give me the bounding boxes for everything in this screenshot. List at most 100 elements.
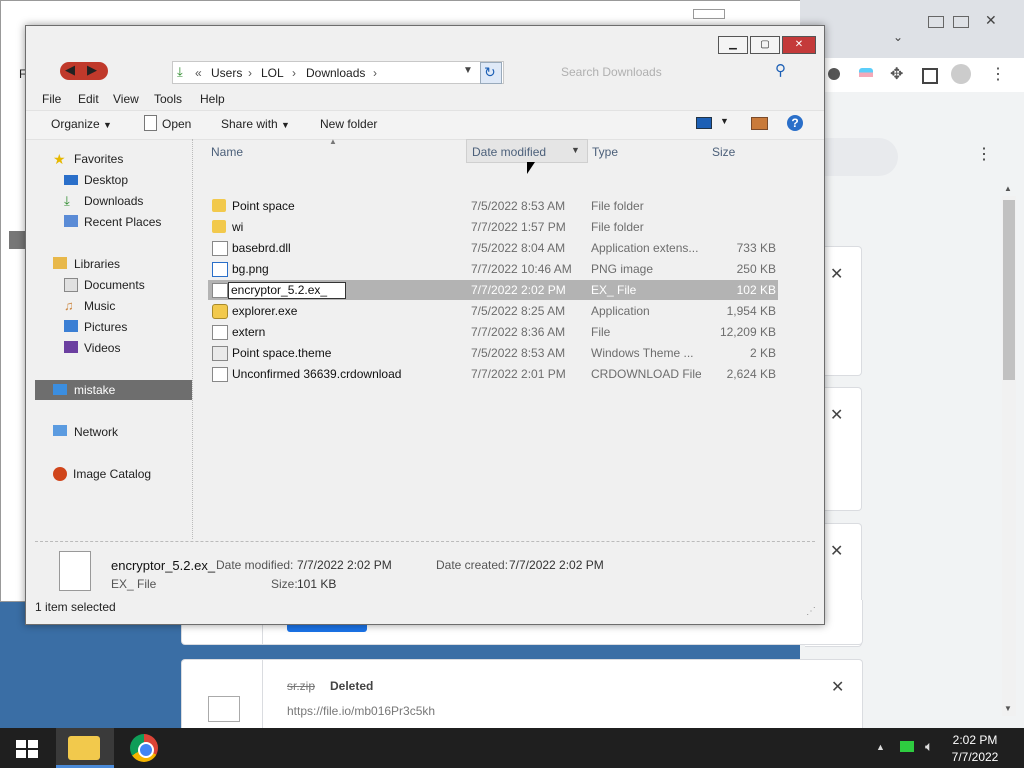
resize-grip-icon[interactable]: ⋰ [806,606,816,617]
nav-libraries[interactable]: Libraries [35,254,192,274]
breadcrumb-downloads[interactable]: Downloads [306,66,365,80]
details-size: 101 KB [297,577,337,591]
explorer-exe-icon [212,304,228,319]
file-date: 7/5/2022 8:25 AM [471,304,566,318]
file-date: 7/5/2022 8:53 AM [471,199,566,213]
chrome-taskbar-icon[interactable] [130,734,158,762]
file-date: 7/7/2022 1:57 PM [471,220,566,234]
download-url[interactable]: https://file.io/mb016Pr3c5kh [287,704,435,718]
open-button[interactable]: Open [162,117,191,131]
close-button[interactable]: ✕ [782,36,816,54]
new-folder-button[interactable]: New folder [320,117,377,131]
file-row[interactable]: wi 7/7/2022 1:57 PM File folder [208,217,778,237]
chevron-down-icon[interactable]: ⌄ [893,30,903,44]
avatar[interactable] [951,64,971,84]
breadcrumb-lol[interactable]: LOL [261,66,284,80]
downloads-more-icon[interactable]: ⋮ [976,144,992,164]
file-name[interactable]: Point space.theme [232,343,331,363]
nav-pictures[interactable]: Pictures [35,317,192,337]
nav-recent-places[interactable]: Recent Places [35,212,192,232]
file-name[interactable]: basebrd.dll [232,238,291,258]
remove-download-button[interactable]: ✕ [830,541,843,561]
chrome-close-button[interactable]: ✕ [985,12,997,29]
file-name[interactable]: explorer.exe [232,301,297,321]
download-filename[interactable]: sr.zip [287,679,315,693]
column-header-size[interactable]: Size [712,145,735,159]
scroll-down-arrow-icon[interactable]: ▼ [1004,704,1012,713]
nav-videos[interactable]: Videos [35,338,192,358]
network-tray-icon[interactable] [900,741,914,752]
chrome-minimize-button[interactable] [928,16,944,28]
preview-pane-icon[interactable] [751,117,768,130]
file-row[interactable]: extern 7/7/2022 8:36 AM File 12,209 KB [208,322,778,342]
back-arrow-icon[interactable]: ◀ [65,62,75,78]
forward-arrow-icon[interactable]: ▶ [87,62,97,78]
menu-edit[interactable]: Edit [78,92,99,106]
nav-downloads[interactable]: ⤓ Downloads [35,191,192,211]
more-menu-icon[interactable]: ⋮ [990,64,1006,84]
scroll-up-arrow-icon[interactable]: ▲ [1004,184,1012,193]
remove-download-button[interactable]: ✕ [830,405,843,425]
menu-help[interactable]: Help [200,92,225,106]
file-name[interactable]: bg.png [232,259,269,279]
remove-download-button[interactable]: ✕ [830,264,843,284]
chrome-restore-button[interactable] [953,16,969,28]
volume-icon[interactable]: 🔈︎ [925,738,933,755]
file-row[interactable]: bg.png 7/7/2022 10:46 AM PNG image 250 KB [208,259,778,279]
clock-time[interactable]: 2:02 PM [945,733,1005,747]
file-explorer-taskbar-button[interactable] [56,728,114,768]
column-header-name[interactable]: Name [211,145,243,159]
chrome-scrollbar-thumb[interactable] [1003,200,1015,380]
address-dropdown-icon[interactable]: ▼ [463,65,473,76]
side-panel-icon[interactable] [922,68,938,84]
column-header-date[interactable]: Date modified [472,145,546,159]
nav-documents[interactable]: Documents [35,275,192,295]
search-icon[interactable]: ⚲ [775,61,786,79]
column-header-type[interactable]: Type [592,145,618,159]
nav-music[interactable]: ♫ Music [35,296,192,316]
search-box[interactable]: Search Downloads ⚲ [551,61,797,82]
nav-favorites[interactable]: ★ Favorites [35,149,192,169]
file-row[interactable]: basebrd.dll 7/5/2022 8:04 AM Application e… [208,238,778,258]
help-icon[interactable]: ? [787,115,803,131]
file-row[interactable]: Point space.theme 7/5/2022 8:53 AM Windows… [208,343,778,363]
menu-file[interactable]: File [42,92,61,106]
file-row[interactable]: encryptor_5.2.ex_ 7/7/2022 2:02 PM EX_ Fil… [208,280,778,300]
puzzle-icon[interactable]: ✥ [890,64,903,84]
pane-splitter[interactable] [192,139,194,539]
nav-desktop[interactable]: Desktop [35,170,192,190]
file-row[interactable]: Point space 7/5/2022 8:53 AM File folder [208,196,778,216]
view-options-icon[interactable] [696,117,712,129]
menu-view[interactable]: View [113,92,139,106]
file-row[interactable]: Unconfirmed 36639.crdownload 7/7/2022 2:0… [208,364,778,384]
organize-button[interactable]: Organize ▼ [51,117,112,131]
clock-date[interactable]: 7/7/2022 [945,750,1005,764]
breadcrumb-users[interactable]: Users [211,66,242,80]
remove-download-button[interactable]: ✕ [831,677,844,697]
search-input[interactable]: Search Downloads [561,65,662,79]
open-file-icon [144,115,157,131]
nav-image-catalog[interactable]: Image Catalog [35,464,192,484]
share-with-button[interactable]: Share with ▼ [221,117,290,131]
file-name[interactable]: extern [232,322,265,342]
minimize-button[interactable]: ▁ [718,36,748,54]
column-filter-dropdown-icon[interactable]: ▼ [571,145,580,155]
file-name[interactable]: Point space [232,196,295,216]
maximize-button[interactable]: ▢ [750,36,780,54]
tray-overflow-icon[interactable]: ▲ [876,742,885,752]
view-dropdown-icon[interactable]: ▼ [720,116,729,126]
nav-libraries-label: Libraries [74,257,121,271]
menu-tools[interactable]: Tools [154,92,182,106]
address-bar[interactable]: ⤓ « Users › LOL › Downloads › ▼ [172,61,504,84]
flag-extension-icon[interactable] [859,68,873,82]
extension-icon-1[interactable] [828,68,840,80]
file-row[interactable]: explorer.exe 7/5/2022 8:25 AM Application 1… [208,301,778,321]
nav-computer[interactable]: mistake [35,380,192,400]
rename-input[interactable]: encryptor_5.2.ex_ [228,282,346,299]
breadcrumb-overflow[interactable]: « [195,66,202,80]
nav-network[interactable]: Network [35,422,192,442]
file-name[interactable]: wi [232,217,243,237]
file-name[interactable]: Unconfirmed 36639.crdownload [232,364,401,384]
windows-start-icon[interactable] [16,740,38,758]
refresh-button[interactable]: ↻ [480,62,502,84]
